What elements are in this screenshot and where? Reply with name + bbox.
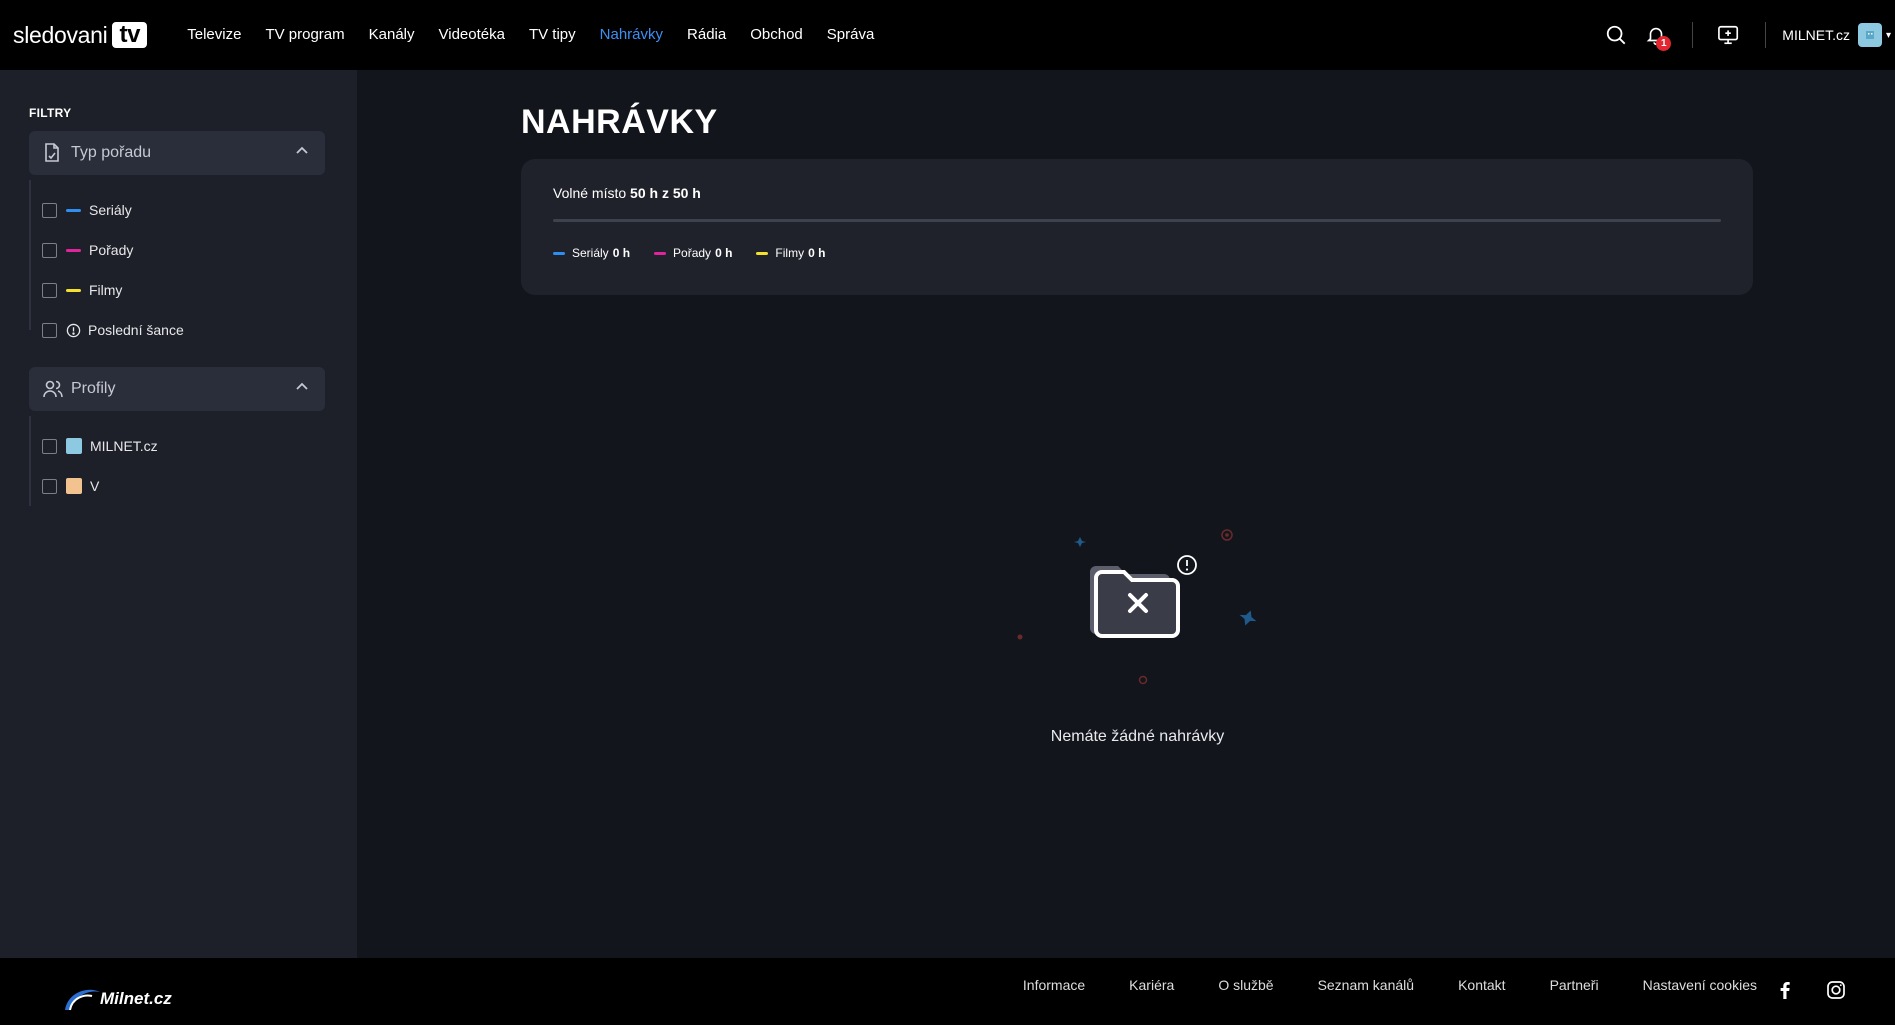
filter-option-filmy[interactable]: Filmy <box>42 280 122 300</box>
checkbox[interactable] <box>42 322 57 338</box>
filter-option-label: MILNET.cz <box>90 438 158 454</box>
nav-item-tv-program[interactable]: TV program <box>253 0 356 70</box>
profile-avatar <box>66 478 82 494</box>
legend-dash <box>756 251 769 255</box>
filter-option-profile-v[interactable]: V <box>42 476 99 496</box>
chevron-down-icon: ▾ <box>1885 29 1891 41</box>
top-bar: sledovani tv Televize TV program Kanály … <box>0 0 1895 70</box>
page-title: NAHRÁVKY <box>521 103 718 141</box>
footer-link-o-sluzbe[interactable]: O službě <box>1218 978 1273 992</box>
series-color-dash <box>66 208 81 212</box>
brand-name: sledovani <box>13 21 108 48</box>
legend-item-porady: Pořady 0 h <box>654 246 732 260</box>
storage-legend: Seriály 0 h Pořady 0 h Filmy 0 h <box>553 246 825 260</box>
filter-option-label: Seriály <box>89 202 132 218</box>
films-color-dash <box>66 288 81 292</box>
nav-item-obchod[interactable]: Obchod <box>738 0 815 70</box>
filter-option-profile-milnet[interactable]: MILNET.cz <box>42 436 158 456</box>
footer-link-seznam-kanalu[interactable]: Seznam kanálů <box>1318 978 1415 992</box>
footer-logo-text: Milnet.cz <box>100 989 172 1008</box>
facebook-icon[interactable] <box>1775 980 1795 1000</box>
checkbox[interactable] <box>42 282 57 298</box>
filter-option-label: Filmy <box>89 282 123 298</box>
account-menu[interactable]: MILNET.cz ▾ <box>1782 23 1891 47</box>
header-actions: 1 MILNET.cz ▾ <box>1596 0 1895 70</box>
filter-option-label: Poslední šance <box>88 322 184 338</box>
filter-option-serialy[interactable]: Seriály <box>42 200 132 220</box>
empty-state-message: Nemáte žádné nahrávky <box>1050 728 1225 745</box>
legend-label: Pořady <box>673 246 712 260</box>
filter-group-type-label: Typ pořadu <box>71 144 152 161</box>
bell-icon[interactable]: 1 <box>1636 15 1676 55</box>
storage-label-text: Volné místo <box>553 185 627 201</box>
footer-link-cookies[interactable]: Nastavení cookies <box>1643 978 1757 992</box>
filter-group-profiles-label: Profily <box>71 380 116 397</box>
header-divider <box>1692 22 1694 48</box>
nav-item-sprava[interactable]: Správa <box>815 0 887 70</box>
storage-label: Volné místo 50 h z 50 h <box>553 185 701 201</box>
filter-option-label: V <box>90 478 100 494</box>
footer-link-kariera[interactable]: Kariéra <box>1129 978 1174 992</box>
nav-item-tv-tipy[interactable]: TV tipy <box>517 0 588 70</box>
legend-label: Seriály <box>572 246 609 260</box>
filter-group-type-toggle[interactable]: Typ pořadu <box>29 131 325 175</box>
search-icon[interactable] <box>1596 15 1636 55</box>
filter-option-porady[interactable]: Pořady <box>42 240 133 260</box>
users-icon <box>43 379 63 399</box>
footer-link-kontakt[interactable]: Kontakt <box>1458 978 1505 992</box>
profile-avatar <box>66 438 82 454</box>
checkbox[interactable] <box>42 242 57 258</box>
filter-group-profiles-rail <box>29 416 31 506</box>
filter-sidebar: FILTRY Typ pořadu Seriály Pořady Filmy P… <box>0 70 357 958</box>
storage-value: 50 h z 50 h <box>630 185 701 201</box>
legend-value: 0 h <box>715 246 733 260</box>
footer-logo[interactable]: Milnet.cz <box>62 984 172 1014</box>
brand-tv: tv <box>112 22 148 48</box>
footer-link-partneri[interactable]: Partneři <box>1550 978 1599 992</box>
instagram-icon[interactable] <box>1826 980 1846 1000</box>
milnet-swoosh-icon <box>65 989 100 1011</box>
add-device-icon[interactable] <box>1709 15 1749 55</box>
footer-links: Informace Kariéra O službě Seznam kanálů… <box>1023 978 1757 992</box>
legend-item-filmy: Filmy 0 h <box>756 246 825 260</box>
main-nav: Televize TV program Kanály Videotéka TV … <box>175 0 886 70</box>
nav-item-nahravky[interactable]: Nahrávky <box>588 0 675 70</box>
legend-value: 0 h <box>612 246 631 260</box>
account-name: MILNET.cz <box>1782 27 1850 43</box>
alert-circle-icon <box>66 323 81 338</box>
empty-folder-illustration <box>1010 525 1260 695</box>
nav-item-radia[interactable]: Rádia <box>675 0 738 70</box>
legend-item-serialy: Seriály 0 h <box>553 246 630 260</box>
chevron-up-icon <box>295 144 309 163</box>
legend-dash <box>553 251 565 255</box>
notification-badge: 1 <box>1656 36 1672 51</box>
storage-progress-bar <box>553 219 1721 222</box>
checkbox[interactable] <box>42 478 57 494</box>
legend-label: Filmy <box>775 246 805 260</box>
checkbox[interactable] <box>42 202 57 218</box>
filter-option-posledni-sance[interactable]: Poslední šance <box>42 320 184 340</box>
nav-item-televize[interactable]: Televize <box>175 0 253 70</box>
dot-icon <box>1017 634 1023 640</box>
filters-title: FILTRY <box>29 106 72 120</box>
nav-item-videoteka[interactable]: Videotéka <box>427 0 517 70</box>
brand-logo[interactable]: sledovani tv <box>13 21 148 49</box>
avatar <box>1857 23 1882 47</box>
shows-color-dash <box>66 248 81 252</box>
legend-dash <box>654 251 667 255</box>
legend-value: 0 h <box>808 246 826 260</box>
filter-option-label: Pořady <box>89 242 134 258</box>
checkbox[interactable] <box>42 438 57 454</box>
header-divider-2 <box>1765 22 1767 48</box>
footer-link-informace[interactable]: Informace <box>1023 978 1085 992</box>
sparkle-icon <box>1074 537 1086 547</box>
document-icon <box>43 143 63 163</box>
footer: Milnet.cz Informace Kariéra O službě Sez… <box>0 958 1895 1025</box>
nav-item-kanaly[interactable]: Kanály <box>357 0 427 70</box>
storage-card: Volné místo 50 h z 50 h Seriály 0 h Pořa… <box>521 159 1753 295</box>
chevron-up-icon <box>295 380 309 399</box>
filter-group-type-rail <box>29 180 31 330</box>
filter-group-profiles-toggle[interactable]: Profily <box>29 367 325 411</box>
